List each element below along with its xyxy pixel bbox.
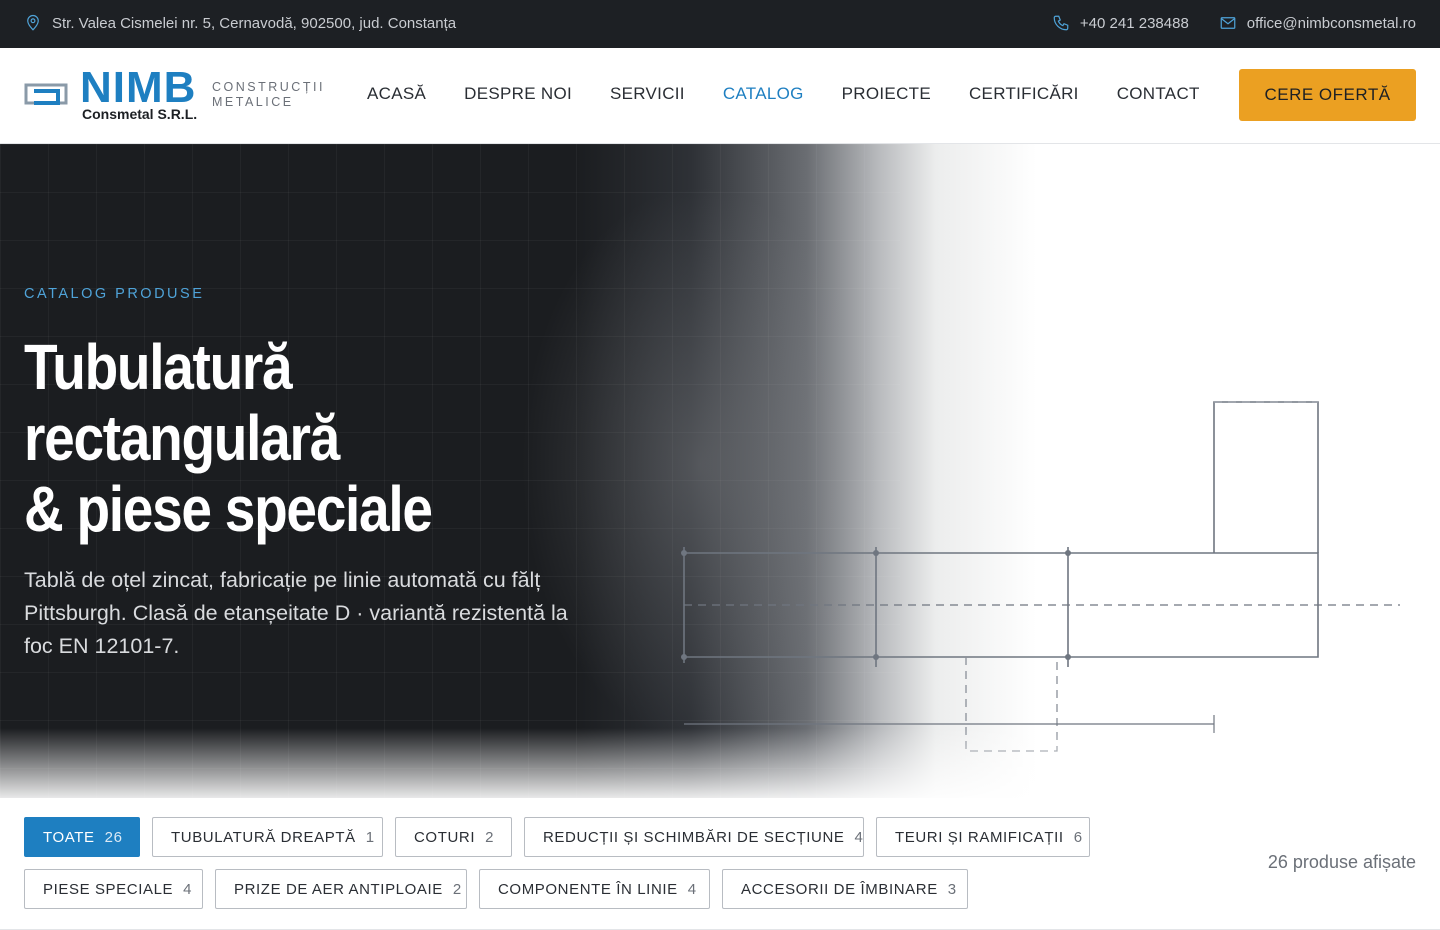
nav-item-despre-noi[interactable]: DESPRE NOI — [445, 84, 591, 104]
joint-dot — [681, 550, 687, 556]
filter-chip-count: 2 — [452, 880, 462, 898]
phone-link[interactable]: +40 241 238488 — [1052, 14, 1189, 32]
address-item: Str. Valea Cismelei nr. 5, Cernavodă, 90… — [24, 14, 456, 32]
filter-chip-label: COMPONENTE ÎN LINIE — [498, 880, 678, 898]
filter-chip-label: PIESE SPECIALE — [43, 880, 174, 898]
filter-chip-count: 4 — [854, 828, 864, 846]
filter-chip-label: TEURI ȘI RAMIFICAȚII — [895, 828, 1064, 846]
filter-chip-label: ACCESORII DE ÎMBINARE — [741, 880, 938, 898]
joint-dot — [873, 654, 879, 660]
email-text: office@nimbconsmetal.ro — [1246, 14, 1416, 32]
logo[interactable]: NIMB Consmetal S.R.L. CONSTRUCȚII METALI… — [24, 63, 325, 126]
hero-title-line1: Tubulatură — [24, 331, 293, 403]
nav-item-contact[interactable]: CONTACT — [1098, 84, 1219, 104]
nav-item-proiecte[interactable]: PROIECTE — [823, 84, 950, 104]
logo-name: NIMB — [80, 63, 197, 112]
filter-chip-count: 26 — [104, 828, 123, 846]
filter-chip-label: PRIZE DE AER ANTIPLOAIE — [234, 880, 443, 898]
phone-icon — [1053, 15, 1069, 31]
nav-item-certificari[interactable]: CERTIFICĂRI — [950, 84, 1098, 104]
logo-company: Consmetal S.R.L. — [82, 106, 198, 122]
filter-chip-teuri[interactable]: TEURI ȘI RAMIFICAȚII 6 — [876, 817, 1090, 857]
filter-chip-coturi[interactable]: COTURI 2 — [395, 817, 512, 857]
logo-mark-icon — [24, 83, 68, 105]
hero-kicker: CATALOG PRODUSE — [24, 286, 205, 302]
filter-chip-count: 6 — [1073, 828, 1083, 846]
mail-icon — [1220, 17, 1236, 29]
filter-chip-reductii[interactable]: REDUCȚII ȘI SCHIMBĂRI DE SECȚIUNE 4 — [524, 817, 864, 857]
filter-chip-label: REDUCȚII ȘI SCHIMBĂRI DE SECȚIUNE — [543, 828, 845, 846]
email-link[interactable]: office@nimbconsmetal.ro — [1219, 14, 1416, 32]
filter-chip-toate[interactable]: TOATE 26 — [24, 817, 140, 857]
address-text: Str. Valea Cismelei nr. 5, Cernavodă, 90… — [52, 14, 457, 32]
hero-title-line3: & piese speciale — [24, 473, 433, 545]
joint-dot — [681, 654, 687, 660]
filter-chip-componente[interactable]: COMPONENTE ÎN LINIE 4 — [479, 869, 710, 909]
hero-section: CATALOG PRODUSE Tubulatură rectangulară … — [0, 144, 1440, 798]
filter-chip-count: 4 — [687, 880, 697, 898]
filter-chip-label: TOATE — [43, 828, 95, 846]
nav-item-servicii[interactable]: SERVICII — [591, 84, 704, 104]
filter-chip-tubulatura-dreapta[interactable]: TUBULATURĂ DREAPTĂ 1 — [152, 817, 383, 857]
filter-chip-label: TUBULATURĂ DREAPTĂ — [171, 828, 356, 846]
joint-dot — [1065, 550, 1071, 556]
hero-title-line2: rectangulară — [24, 402, 340, 474]
nav-item-acasa[interactable]: ACASĂ — [348, 84, 445, 104]
category-filters: TOATE 26 TUBULATURĂ DREAPTĂ 1 COTURI 2 R… — [0, 798, 1440, 930]
filter-chip-label: COTURI — [414, 828, 476, 846]
filter-chip-piese-speciale[interactable]: PIESE SPECIALE 4 — [24, 869, 203, 909]
request-quote-button[interactable]: CERE OFERTĂ — [1239, 69, 1416, 121]
logo-tagline: CONSTRUCȚII METALICE — [212, 80, 325, 110]
products-shown-count: 26 produse afișate — [1267, 852, 1416, 872]
top-bar: Str. Valea Cismelei nr. 5, Cernavodă, 90… — [0, 0, 1440, 48]
joint-dot — [873, 550, 879, 556]
filter-chip-count: 2 — [485, 828, 495, 846]
filter-chip-prize-de-aer[interactable]: PRIZE DE AER ANTIPLOAIE 2 — [215, 869, 467, 909]
joint-dot — [1065, 654, 1071, 660]
main-nav: ACASĂ DESPRE NOI SERVICII CATALOG PROIEC… — [348, 84, 1219, 104]
filter-chip-count: 1 — [365, 828, 375, 846]
site-header: NIMB Consmetal S.R.L. CONSTRUCȚII METALI… — [0, 48, 1440, 144]
filter-chip-count: 3 — [947, 880, 957, 898]
logo-tagline-line1: CONSTRUCȚII — [212, 80, 325, 94]
phone-text: +40 241 238488 — [1079, 14, 1189, 32]
hero-bottom-fade — [0, 728, 1440, 798]
filter-chip-count: 4 — [183, 880, 193, 898]
hero-title: Tubulatură rectangulară & piese speciale — [24, 332, 557, 545]
hero-lead: Tablă de oțel zincat, fabricație pe lini… — [24, 568, 568, 658]
filter-chip-accesorii[interactable]: ACCESORII DE ÎMBINARE 3 — [722, 869, 968, 909]
logo-tagline-line2: METALICE — [212, 95, 294, 109]
map-pin-icon — [27, 14, 39, 31]
branch-outline — [1213, 401, 1319, 553]
nav-item-catalog[interactable]: CATALOG — [704, 84, 823, 104]
